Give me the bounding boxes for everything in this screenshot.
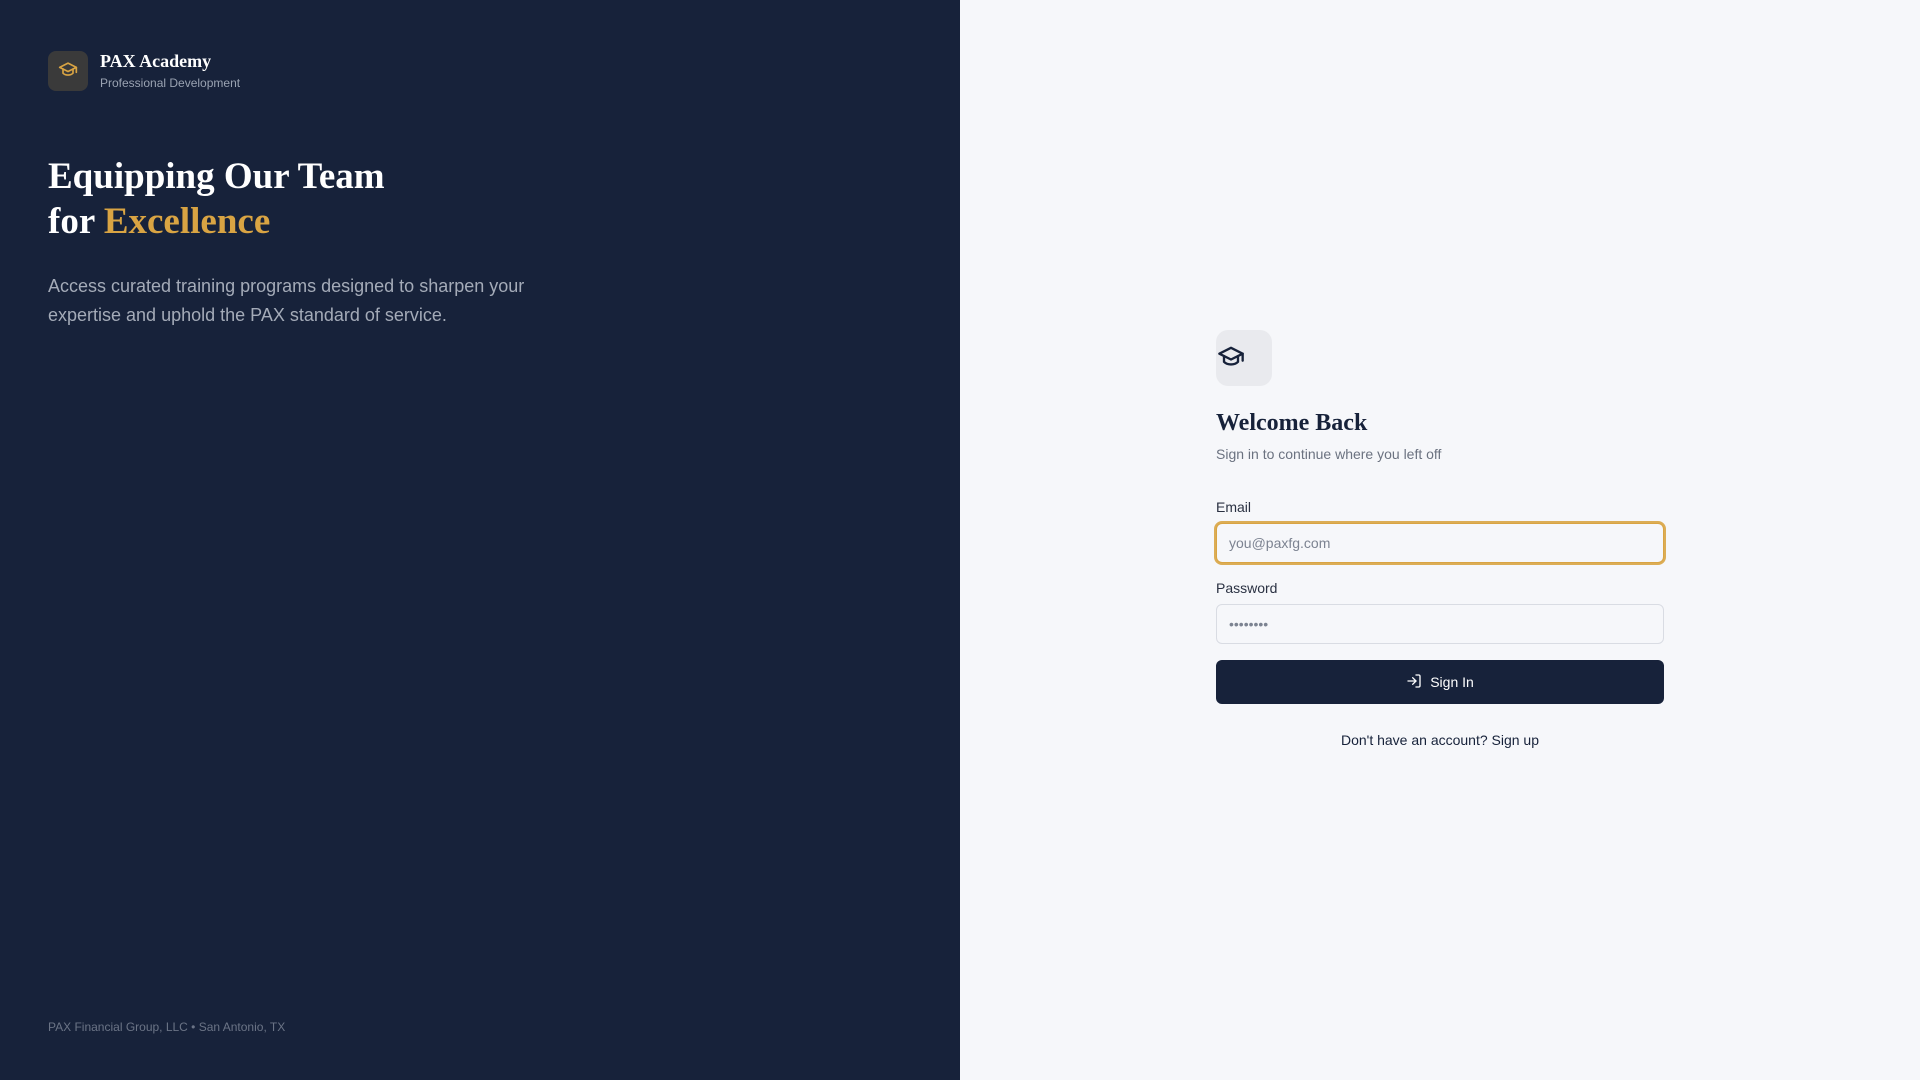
log-in-icon — [1406, 673, 1430, 692]
login-logo — [1216, 330, 1272, 386]
brand-logo — [48, 51, 88, 91]
login-panel: Welcome Back Sign in to continue where y… — [960, 0, 1920, 1080]
graduation-cap-icon — [1217, 342, 1245, 375]
signup-link[interactable]: Don't have an account? Sign up — [1341, 732, 1539, 748]
brand-panel: PAX Academy Professional Development Equ… — [0, 0, 960, 1080]
email-label: Email — [1216, 499, 1252, 515]
hero-section: Equipping Our Team for Excellence Access… — [48, 154, 608, 330]
brand-name: PAX Academy — [100, 51, 212, 71]
signup-prompt: Don't have an account? Sign up — [1216, 732, 1664, 748]
password-label: Password — [1216, 580, 1278, 596]
sign-in-label: Sign In — [1430, 674, 1474, 690]
email-field[interactable] — [1216, 523, 1664, 563]
password-field[interactable] — [1216, 604, 1664, 644]
brand-header: PAX Academy Professional Development — [48, 50, 240, 92]
login-subtitle: Sign in to continue where you left off — [1216, 446, 1442, 462]
hero-title-line1: Equipping Our Team — [48, 156, 385, 197]
hero-title-accent: Excellence — [103, 201, 271, 242]
hero-title: Equipping Our Team for Excellence — [48, 154, 608, 244]
hero-description: Access curated training programs designe… — [48, 276, 525, 325]
footer-text: PAX Financial Group, LLC • San Antonio, … — [48, 1020, 286, 1034]
brand-subtitle: Professional Development — [100, 76, 241, 90]
graduation-cap-icon — [58, 59, 78, 84]
hero-title-prefix: for — [48, 201, 104, 242]
login-title: Welcome Back — [1216, 410, 1368, 436]
login-form: Welcome Back Sign in to continue where y… — [1216, 330, 1664, 748]
sign-in-button[interactable]: Sign In — [1216, 660, 1664, 704]
